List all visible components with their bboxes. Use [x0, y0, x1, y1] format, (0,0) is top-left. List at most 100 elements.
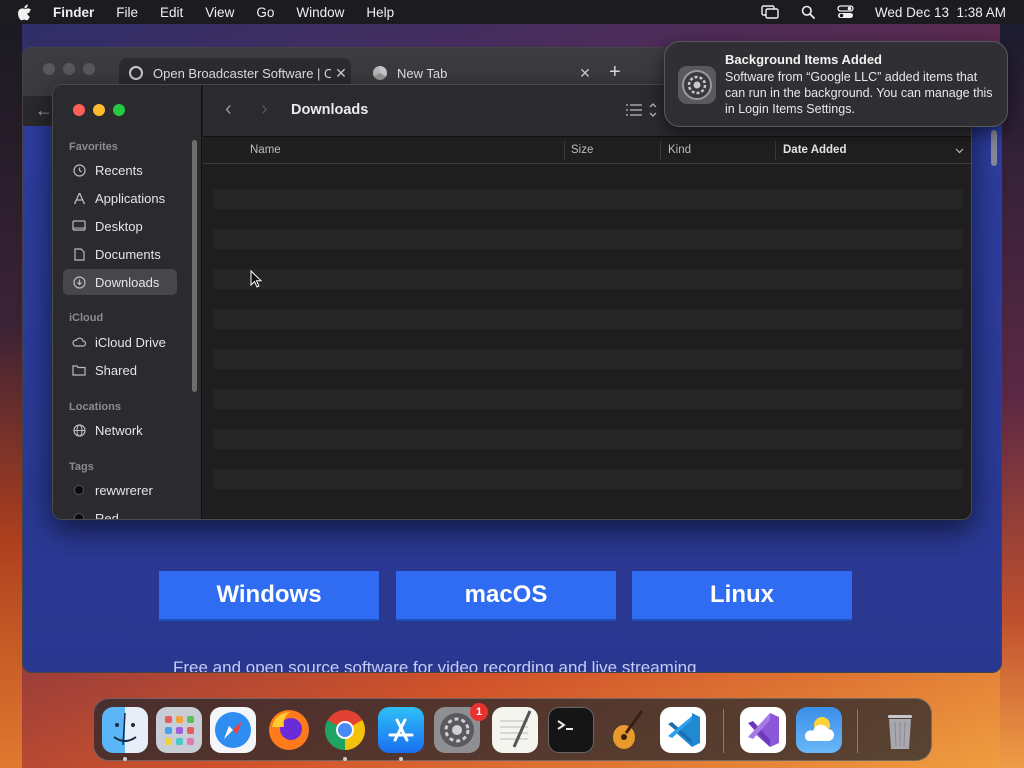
browser-close-icon[interactable]	[43, 63, 55, 75]
chrome-app-icon[interactable]	[322, 707, 368, 753]
column-date-added[interactable]: Date Added	[783, 144, 846, 156]
clock-icon	[72, 163, 86, 177]
list-item	[213, 309, 963, 329]
sort-chevron-down-icon[interactable]	[955, 145, 964, 157]
cloud-icon	[72, 335, 86, 349]
mouse-pointer-icon	[250, 269, 263, 293]
menu-edit[interactable]: Edit	[160, 5, 183, 20]
browser-zoom-icon[interactable]	[83, 63, 95, 75]
sidebar-item-documents[interactable]: Documents	[63, 241, 177, 267]
dock: 1	[93, 698, 932, 761]
file-list[interactable]	[203, 165, 971, 519]
sidebar-item-label: Red	[95, 510, 119, 520]
app-store-icon[interactable]	[378, 707, 424, 753]
sidebar-item-shared[interactable]: Shared	[63, 357, 177, 383]
dock-separator	[857, 709, 858, 753]
sidebar-item-tag-rewwrerer[interactable]: rewwrerer	[63, 477, 177, 503]
list-item	[213, 429, 963, 449]
sidebar-section-icloud: iCloud	[69, 312, 104, 324]
column-divider[interactable]	[564, 141, 565, 160]
screen-mirroring-icon[interactable]	[761, 5, 779, 19]
browser-tab-label: New Tab	[397, 65, 448, 81]
column-kind[interactable]: Kind	[668, 144, 691, 156]
textedit-icon[interactable]	[492, 707, 538, 753]
forward-chevron-icon[interactable]: ›	[261, 99, 268, 119]
sidebar-item-applications[interactable]: Applications	[63, 185, 177, 211]
finder-sidebar: Favorites Recents Applications Desktop D…	[53, 85, 202, 520]
download-macos-button[interactable]: macOS	[396, 571, 616, 621]
sidebar-item-tag-red[interactable]: Red	[63, 505, 177, 520]
sidebar-item-label: Documents	[95, 246, 161, 262]
browser-scrollbar[interactable]	[991, 130, 997, 166]
spotlight-search-icon[interactable]	[799, 5, 817, 19]
menu-app-name[interactable]: Finder	[53, 5, 94, 20]
browser-tab-label: Open Broadcaster Software | O	[153, 65, 331, 81]
menu-clock[interactable]: Wed Dec 13 1:38 AM	[875, 5, 1006, 20]
browser-traffic-lights	[43, 63, 95, 75]
firefox-icon[interactable]	[266, 707, 312, 753]
menu-file[interactable]: File	[116, 5, 138, 20]
garageband-icon[interactable]	[604, 707, 650, 753]
back-chevron-icon[interactable]: ‹	[225, 99, 232, 119]
desktop-icon	[72, 219, 86, 233]
document-icon	[72, 247, 86, 261]
sidebar-item-label: rewwrerer	[95, 482, 153, 498]
list-view-icon[interactable]	[625, 102, 659, 123]
menu-go[interactable]: Go	[256, 5, 274, 20]
menu-view[interactable]: View	[205, 5, 234, 20]
menu-bar: Finder File Edit View Go Window Help Wed…	[0, 0, 1024, 24]
page-tagline-text: Free and open source software for video …	[173, 658, 697, 673]
sidebar-scrollbar[interactable]	[192, 140, 197, 392]
shared-folder-icon	[72, 363, 86, 377]
new-tab-button[interactable]: +	[609, 62, 621, 82]
sidebar-item-label: Recents	[95, 162, 143, 178]
download-windows-button[interactable]: Windows	[159, 571, 379, 621]
chrome-icon	[373, 66, 387, 80]
sidebar-section-tags: Tags	[69, 461, 94, 473]
terminal-icon[interactable]	[548, 707, 594, 753]
browser-back-icon[interactable]: ←	[35, 100, 53, 121]
sidebar-item-label: Network	[95, 422, 143, 438]
finder-window-title: Downloads	[291, 102, 369, 118]
sidebar-item-network[interactable]: Network	[63, 417, 177, 443]
tab-close-icon[interactable]: ✕	[575, 65, 595, 82]
list-item	[213, 389, 963, 409]
obs-icon	[129, 66, 143, 80]
sidebar-item-desktop[interactable]: Desktop	[63, 213, 177, 239]
trash-icon[interactable]	[877, 707, 923, 753]
sidebar-item-label: Downloads	[95, 274, 160, 290]
close-window-icon[interactable]	[73, 104, 85, 116]
sidebar-item-icloud-drive[interactable]: iCloud Drive	[63, 329, 177, 355]
sidebar-item-label: iCloud Drive	[95, 334, 166, 350]
column-name[interactable]: Name	[250, 144, 281, 156]
launchpad-icon[interactable]	[156, 707, 202, 753]
sidebar-item-label: Desktop	[95, 218, 143, 234]
background-items-notification[interactable]: Background Items Added Software from “Go…	[664, 41, 1008, 127]
download-linux-button[interactable]: Linux	[632, 571, 852, 621]
sidebar-item-downloads[interactable]: Downloads	[63, 269, 177, 295]
safari-icon[interactable]	[210, 707, 256, 753]
running-indicator	[123, 757, 127, 761]
notification-badge: 1	[470, 703, 488, 721]
notification-title: Background Items Added	[725, 52, 882, 67]
apple-menu-icon[interactable]	[17, 0, 37, 24]
sidebar-item-recents[interactable]: Recents	[63, 157, 177, 183]
tab-close-icon[interactable]: ✕	[331, 65, 351, 82]
visual-studio-icon[interactable]	[740, 707, 786, 753]
column-size[interactable]: Size	[571, 144, 593, 156]
weather-icon[interactable]	[796, 707, 842, 753]
control-center-icon[interactable]	[837, 5, 855, 19]
minimize-window-icon[interactable]	[93, 104, 105, 116]
vscode-icon[interactable]	[660, 707, 706, 753]
zoom-window-icon[interactable]	[113, 104, 125, 116]
applications-icon	[72, 191, 86, 205]
system-settings-gear-icon	[677, 65, 717, 105]
list-item	[213, 469, 963, 489]
browser-minimize-icon[interactable]	[63, 63, 75, 75]
sidebar-section-locations: Locations	[69, 401, 121, 413]
column-divider[interactable]	[775, 141, 776, 160]
menu-window[interactable]: Window	[296, 5, 344, 20]
finder-app-icon[interactable]	[102, 707, 148, 753]
column-divider[interactable]	[660, 141, 661, 160]
menu-help[interactable]: Help	[366, 5, 394, 20]
